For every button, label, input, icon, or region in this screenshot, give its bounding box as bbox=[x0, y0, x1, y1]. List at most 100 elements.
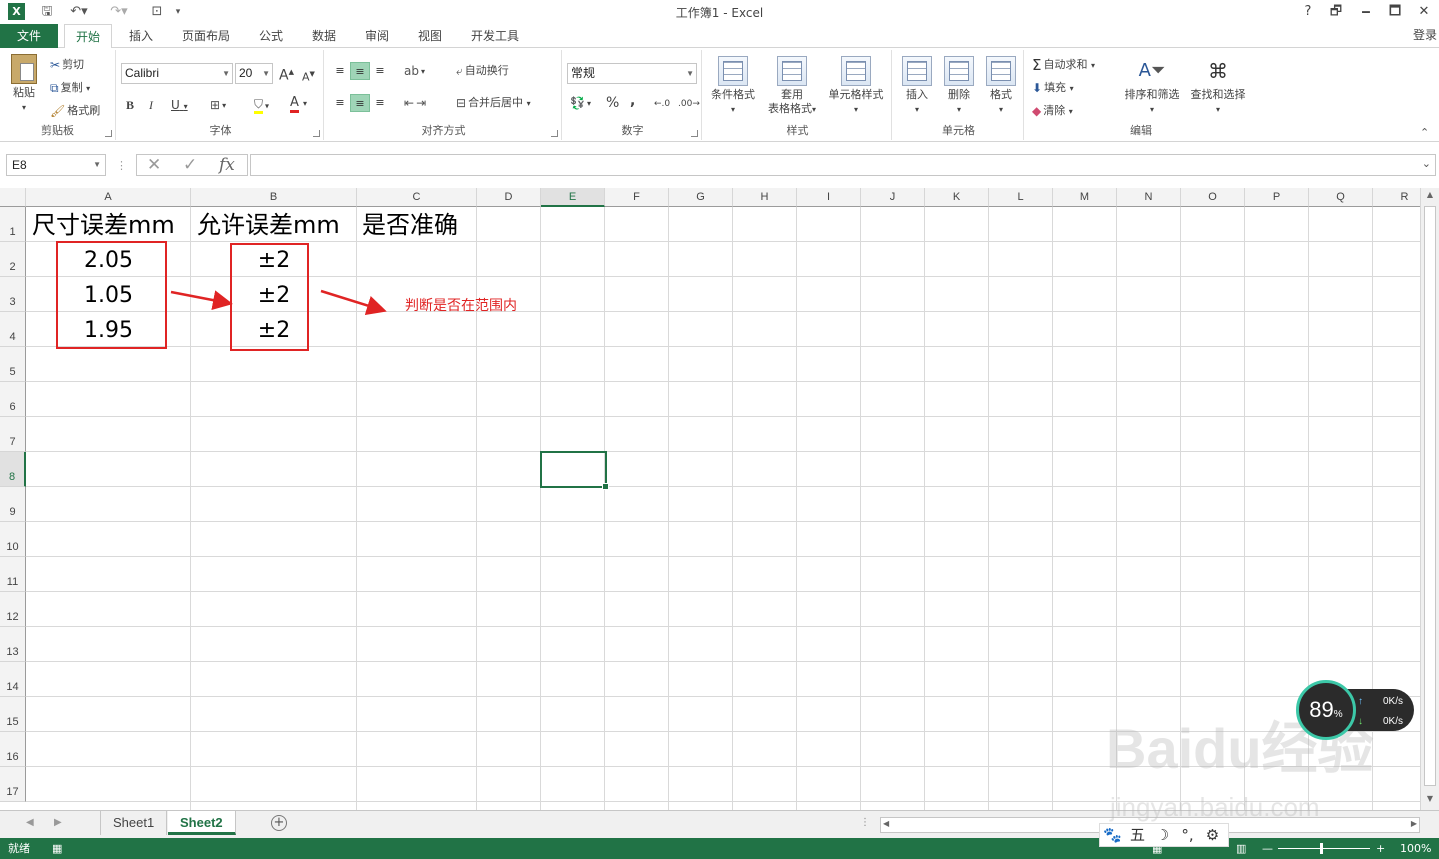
align-center-icon[interactable]: ≡ bbox=[350, 94, 370, 112]
zoom-slider[interactable] bbox=[1278, 848, 1370, 849]
login-link[interactable]: 登录 bbox=[1413, 26, 1437, 43]
row-header-15[interactable]: 15 bbox=[0, 697, 26, 732]
column-header-a[interactable]: A bbox=[26, 188, 191, 207]
align-left-icon[interactable]: ≡ bbox=[330, 94, 350, 112]
gear-icon[interactable]: ⚙ bbox=[1200, 824, 1225, 846]
row-header-5[interactable]: 5 bbox=[0, 347, 26, 382]
insert-function-icon[interactable]: fx bbox=[219, 155, 235, 175]
vertical-scroll-thumb[interactable] bbox=[1424, 206, 1436, 786]
bold-button[interactable]: B bbox=[126, 98, 134, 112]
increase-indent-icon[interactable]: ⇥ bbox=[416, 96, 426, 110]
column-header-r[interactable]: R bbox=[1373, 188, 1420, 207]
cell-b1[interactable]: 允许误差mm bbox=[197, 208, 340, 242]
scroll-right-icon[interactable]: ▶ bbox=[1411, 819, 1417, 828]
column-header-f[interactable]: F bbox=[605, 188, 669, 207]
font-size-select[interactable]: 20 ▼ bbox=[235, 63, 273, 84]
alignment-launcher-icon[interactable] bbox=[551, 130, 558, 137]
tab-file[interactable]: 文件 bbox=[0, 24, 58, 48]
moon-icon[interactable]: ☽ bbox=[1150, 824, 1175, 846]
column-header-b[interactable]: B bbox=[191, 188, 357, 207]
wrap-text-button[interactable]: ⤶ 自动换行 bbox=[456, 64, 509, 78]
column-header-i[interactable]: I bbox=[797, 188, 861, 207]
find-select-button[interactable]: ⌘ 查找和选择 ▾ bbox=[1184, 56, 1252, 117]
font-color-button[interactable]: A ▾ bbox=[290, 95, 307, 113]
ime-mode[interactable]: 五 bbox=[1125, 824, 1150, 846]
clipboard-launcher-icon[interactable] bbox=[105, 130, 112, 137]
zoom-in-icon[interactable]: + bbox=[1376, 838, 1385, 859]
name-box[interactable]: E8 ▼ bbox=[6, 154, 106, 176]
merge-center-button[interactable]: ⊟ 合并后居中 ▾ bbox=[456, 96, 531, 111]
selected-cell-e8[interactable] bbox=[540, 451, 609, 490]
paste-button[interactable]: 粘贴 ▾ bbox=[6, 54, 42, 115]
orientation-button[interactable]: ab ▾ bbox=[404, 64, 425, 79]
tab-home[interactable]: 开始 bbox=[64, 24, 112, 49]
tab-formulas[interactable]: 公式 bbox=[250, 24, 292, 48]
row-header-13[interactable]: 13 bbox=[0, 627, 26, 662]
punctuation-icon[interactable]: °, bbox=[1175, 824, 1200, 846]
align-middle-icon[interactable]: ≡ bbox=[350, 62, 370, 80]
decrease-indent-icon[interactable]: ⇤ bbox=[404, 96, 414, 110]
maximize-button[interactable]: 🗖 bbox=[1381, 2, 1409, 22]
zoom-out-icon[interactable]: — bbox=[1262, 838, 1273, 859]
cancel-icon[interactable]: ✕ bbox=[147, 155, 161, 175]
scroll-up-icon[interactable]: ▲ bbox=[1421, 190, 1439, 199]
minimize-button[interactable]: 🗕 bbox=[1352, 2, 1380, 22]
column-header-e[interactable]: E bbox=[541, 188, 605, 207]
font-name-select[interactable]: Calibri ▼ bbox=[121, 63, 233, 84]
delete-cells-button[interactable]: 删除 ▾ bbox=[940, 56, 978, 117]
decrease-decimal-button[interactable]: .00→ bbox=[678, 97, 700, 111]
conditional-format-button[interactable]: 条件格式 ▾ bbox=[706, 56, 760, 117]
clear-button[interactable]: ◆ 清除 ▾ bbox=[1032, 104, 1073, 119]
tab-developer[interactable]: 开发工具 bbox=[464, 24, 526, 48]
enter-icon[interactable]: ✓ bbox=[183, 155, 197, 175]
column-header-l[interactable]: L bbox=[989, 188, 1053, 207]
row-header-1[interactable]: 1 bbox=[0, 207, 26, 242]
expand-formula-bar-icon[interactable]: ⌄ bbox=[1422, 157, 1431, 170]
tab-insert[interactable]: 插入 bbox=[120, 24, 162, 48]
format-painter-button[interactable]: 🖌 格式刷 bbox=[50, 104, 100, 118]
cell-c1[interactable]: 是否准确 bbox=[362, 208, 458, 242]
percent-button[interactable]: % bbox=[606, 96, 619, 110]
row-header-14[interactable]: 14 bbox=[0, 662, 26, 697]
formula-input[interactable]: ⌄ bbox=[250, 154, 1436, 176]
column-header-c[interactable]: C bbox=[357, 188, 477, 207]
accounting-format-button[interactable]: 💱 ▾ bbox=[570, 96, 591, 111]
underline-button[interactable]: U ▾ bbox=[171, 98, 188, 114]
column-header-d[interactable]: D bbox=[477, 188, 541, 207]
column-header-p[interactable]: P bbox=[1245, 188, 1309, 207]
row-header-2[interactable]: 2 bbox=[0, 242, 26, 277]
row-header-12[interactable]: 12 bbox=[0, 592, 26, 627]
autosum-button[interactable]: Σ 自动求和 ▾ bbox=[1032, 58, 1095, 73]
column-header-j[interactable]: J bbox=[861, 188, 925, 207]
column-header-n[interactable]: N bbox=[1117, 188, 1181, 207]
row-header-3[interactable]: 3 bbox=[0, 277, 26, 312]
copy-button[interactable]: ⧉ 复制 ▾ bbox=[50, 81, 90, 96]
paw-icon[interactable]: 🐾 bbox=[1100, 824, 1125, 846]
tab-page-layout[interactable]: 页面布局 bbox=[176, 24, 236, 48]
column-header-q[interactable]: Q bbox=[1309, 188, 1373, 207]
shrink-font-button[interactable]: A▼ bbox=[302, 67, 315, 85]
font-launcher-icon[interactable] bbox=[313, 130, 320, 137]
align-right-icon[interactable]: ≡ bbox=[370, 94, 390, 112]
row-header-10[interactable]: 10 bbox=[0, 522, 26, 557]
scroll-down-icon[interactable]: ▼ bbox=[1421, 794, 1439, 803]
sort-filter-button[interactable]: A⏷ 排序和筛选 ▾ bbox=[1120, 56, 1184, 117]
increase-decimal-button[interactable]: ←.0 bbox=[654, 97, 670, 111]
column-header-k[interactable]: K bbox=[925, 188, 989, 207]
fill-color-button[interactable]: ⛉ ▾ bbox=[254, 97, 269, 114]
row-header-7[interactable]: 7 bbox=[0, 417, 26, 452]
vertical-scrollbar[interactable]: ▲ ▼ bbox=[1420, 188, 1439, 810]
zoom-level[interactable]: 100% bbox=[1400, 838, 1431, 859]
select-all-corner[interactable] bbox=[0, 188, 26, 207]
macro-record-icon[interactable]: ▦ bbox=[52, 838, 62, 859]
tab-split-grip-icon[interactable]: ⋮ bbox=[860, 817, 870, 828]
zoom-slider-thumb[interactable] bbox=[1320, 843, 1323, 854]
fill-button[interactable]: ⬇ 填充 ▾ bbox=[1032, 81, 1074, 96]
row-header-11[interactable]: 11 bbox=[0, 557, 26, 592]
row-header-4[interactable]: 4 bbox=[0, 312, 26, 347]
close-button[interactable]: ✕ bbox=[1410, 2, 1438, 22]
align-bottom-icon[interactable]: ≡ bbox=[370, 62, 390, 80]
sheet-tab-sheet2[interactable]: Sheet2 bbox=[168, 811, 236, 835]
column-header-o[interactable]: O bbox=[1181, 188, 1245, 207]
number-launcher-icon[interactable] bbox=[691, 130, 698, 137]
